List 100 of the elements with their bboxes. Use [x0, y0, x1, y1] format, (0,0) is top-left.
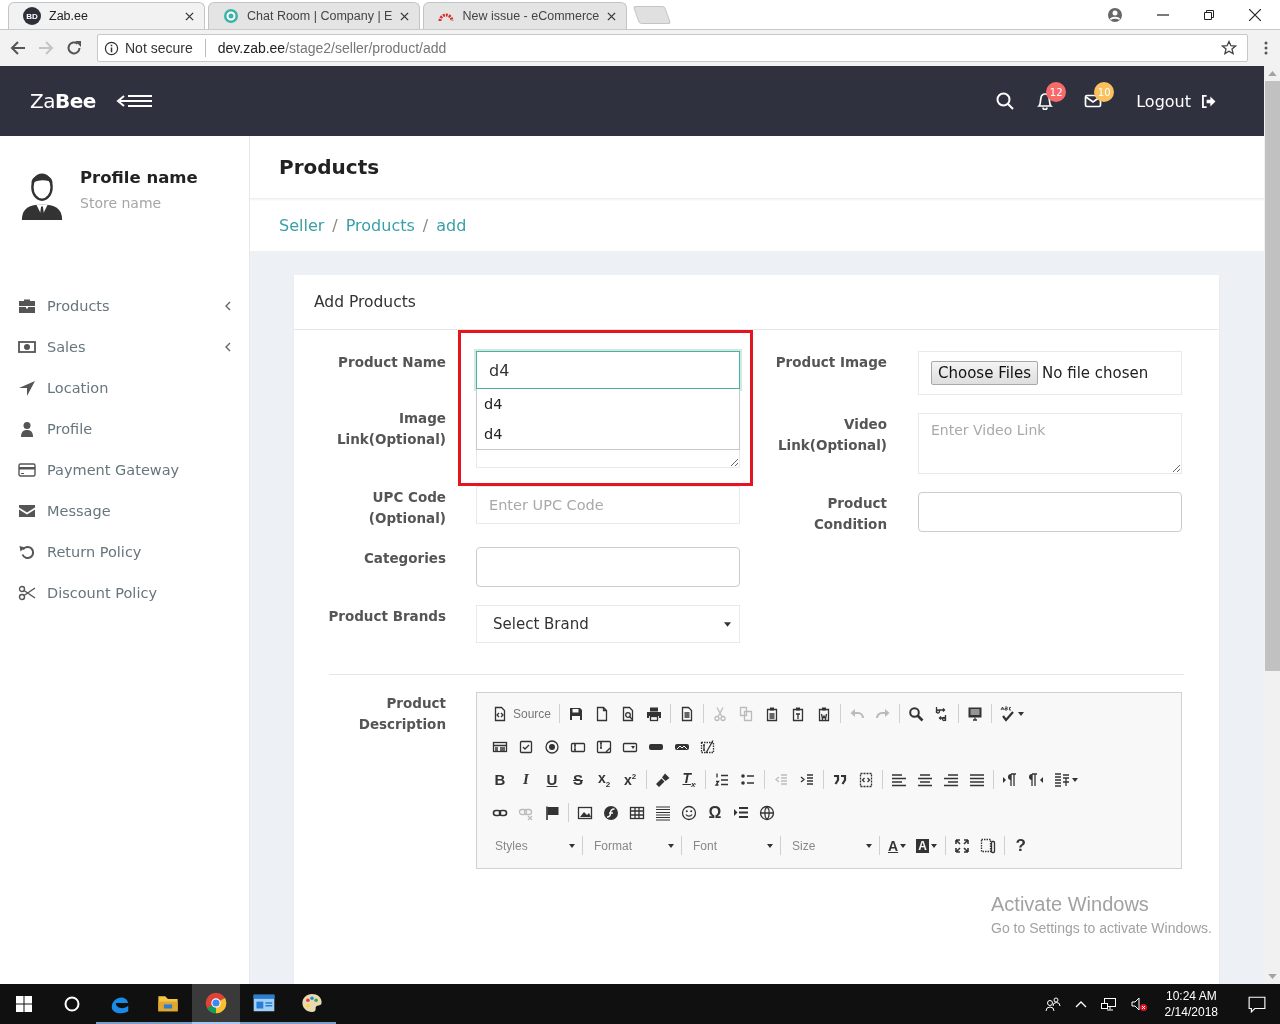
- url-text: dev.zab.ee/stage2/seller/product/add: [217, 40, 447, 56]
- combo-button[interactable]: Size: [784, 833, 876, 858]
- smiley-icon: [681, 804, 697, 821]
- sidebar-label[interactable]: Discount Policy: [47, 584, 157, 601]
- field-label: Video Link(Optional): [777, 415, 887, 455]
- collapse-menu-icon[interactable]: [115, 93, 152, 109]
- search-circle-icon[interactable]: [64, 996, 80, 1012]
- sidebar-label[interactable]: Products: [47, 297, 110, 314]
- sidebar-label[interactable]: Sales: [47, 338, 86, 355]
- close-tab-icon[interactable]: [400, 11, 410, 21]
- scissors-icon: [18, 584, 36, 601]
- close-icon[interactable]: [1249, 8, 1261, 21]
- breadcrumb-separator: /: [332, 215, 338, 235]
- sidebar-item[interactable]: Payment Gateway: [0, 449, 249, 490]
- bookmark-star-icon[interactable]: [1221, 40, 1237, 56]
- sidebar-item[interactable]: Message: [0, 490, 249, 531]
- subscript-button[interactable]: x$_{2}$: [591, 767, 617, 792]
- suggestion-item[interactable]: d4: [477, 419, 739, 449]
- back-icon[interactable]: [10, 40, 26, 56]
- sidebar-item[interactable]: Discount Policy: [0, 572, 249, 613]
- field-label: Product Name: [337, 353, 446, 372]
- close-tab-icon[interactable]: [607, 11, 617, 21]
- show-blocks-icon: [979, 837, 996, 854]
- textcolor-button[interactable]: A: [883, 833, 912, 858]
- palette-icon: [301, 992, 323, 1014]
- outdent-icon: [773, 771, 789, 788]
- restore-icon[interactable]: [1203, 8, 1215, 21]
- undo-icon: [18, 543, 36, 560]
- close-tab-icon[interactable]: [185, 11, 194, 21]
- notification-icon[interactable]: [1248, 995, 1266, 1013]
- clock-time[interactable]: 10:24 AM: [1164, 988, 1218, 1004]
- search-icon[interactable]: [996, 92, 1015, 110]
- people-icon[interactable]: [1044, 996, 1061, 1012]
- clock-date[interactable]: 2/14/2018: [1164, 1004, 1218, 1020]
- bgcolor-button[interactable]: A: [911, 833, 942, 858]
- chrome-browser-icon: [205, 992, 227, 1014]
- menu-icon[interactable]: [1264, 40, 1268, 56]
- text-area[interactable]: Enter Video Link: [918, 413, 1182, 474]
- profile-name: Profile name: [80, 168, 198, 187]
- specialchar-button[interactable]: Ω: [702, 800, 728, 825]
- browser-tab[interactable]: BD Zab.ee: [8, 2, 205, 29]
- logo[interactable]: ZaBee: [30, 89, 96, 113]
- field-label: Product Brands: [327, 607, 446, 626]
- sidebar-item[interactable]: Location: [0, 367, 249, 408]
- strike-button[interactable]: S: [565, 767, 591, 792]
- profile-icon[interactable]: [1107, 6, 1123, 23]
- suggestion-item[interactable]: d4: [477, 389, 739, 419]
- sidebar-item[interactable]: Products: [0, 285, 249, 326]
- text-field[interactable]: [918, 492, 1182, 532]
- network-icon[interactable]: [1100, 996, 1117, 1012]
- windows-start-icon[interactable]: [16, 996, 32, 1012]
- sidebar-item[interactable]: Return Policy: [0, 531, 249, 572]
- right-to-left-icon: [1028, 771, 1044, 788]
- caret-down-icon: [866, 843, 872, 848]
- rich-text-editor[interactable]: Source B I U S x$_{2}$ x$^{2}$ T$_{x}$ Ω Styles Format Font Size A A ?: [476, 692, 1182, 869]
- site-favicon: BD: [23, 7, 41, 25]
- muted-speaker-icon[interactable]: [1130, 996, 1147, 1012]
- table-icon: [629, 804, 645, 821]
- logout-icon[interactable]: [1201, 94, 1216, 108]
- activation-title: Activate Windows: [991, 893, 1150, 916]
- source-button[interactable]: Source: [487, 701, 557, 726]
- file-field[interactable]: Choose Files No file chosen: [918, 351, 1182, 395]
- sidebar-label[interactable]: Message: [47, 502, 111, 519]
- help-button[interactable]: ?: [1007, 833, 1034, 858]
- reload-icon[interactable]: [66, 40, 82, 56]
- sidebar-label[interactable]: Location: [47, 379, 109, 396]
- browser-tab[interactable]: Chat Room | Company | E: [208, 2, 421, 29]
- sidebar-label[interactable]: Payment Gateway: [47, 461, 180, 478]
- brand-select[interactable]: Select Brand: [476, 605, 740, 643]
- field-label: Image Link(Optional): [336, 409, 446, 449]
- logout-link[interactable]: Logout: [1136, 91, 1216, 111]
- italic-button[interactable]: I: [513, 767, 539, 792]
- logout-text[interactable]: Logout: [1136, 91, 1191, 111]
- site-favicon-icon: [223, 8, 239, 24]
- address-bar[interactable]: Not secure dev.zab.ee/stage2/seller/product/add: [97, 34, 1248, 62]
- text-field[interactable]: Enter UPC Code: [476, 486, 740, 524]
- underline-button[interactable]: U: [539, 767, 565, 792]
- chevron-up-icon[interactable]: [1074, 1000, 1087, 1008]
- superscript-button[interactable]: x$^{2}$: [617, 767, 643, 792]
- security-status[interactable]: Not secure: [125, 40, 193, 56]
- choose-files-button[interactable]: Choose Files: [931, 361, 1039, 385]
- scrollbar[interactable]: [1264, 66, 1280, 984]
- breadcrumb-separator: /: [422, 215, 429, 235]
- browser-tab[interactable]: New issue - eCommerce: [423, 2, 628, 29]
- text-field[interactable]: d4: [476, 351, 740, 389]
- language-icon: [1054, 771, 1070, 788]
- spellcheck-icon: [1000, 705, 1017, 722]
- sidebar-item[interactable]: Sales: [0, 326, 249, 367]
- caret-down-icon: [668, 843, 674, 848]
- sidebar-label[interactable]: Return Policy: [47, 543, 142, 560]
- scrollbar-thumb[interactable]: [1264, 81, 1280, 671]
- bold-button[interactable]: B: [487, 767, 513, 792]
- scissors-icon: [712, 705, 729, 722]
- sidebar-label[interactable]: Profile: [47, 420, 93, 437]
- removeformat-button[interactable]: T$_{x}$: [676, 767, 702, 792]
- field-label: Product Description: [357, 694, 446, 734]
- caret-down-icon: [724, 621, 731, 627]
- text-field[interactable]: [476, 547, 740, 587]
- sidebar-item[interactable]: Profile: [0, 408, 249, 449]
- taskbar-app[interactable]: [192, 984, 240, 1024]
